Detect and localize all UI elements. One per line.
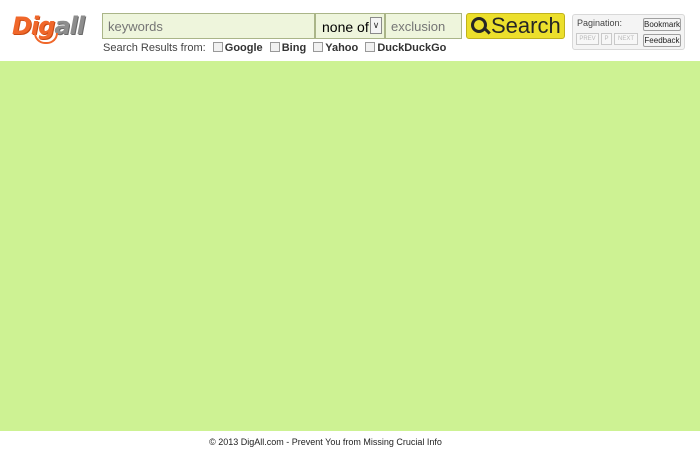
bing-checkbox[interactable]: [269, 42, 280, 52]
chevron-down-icon[interactable]: ∨: [370, 17, 382, 34]
yahoo-checkbox[interactable]: [313, 42, 324, 52]
exclusion-input[interactable]: [385, 13, 462, 39]
header: Digall none of ∨ Search Search Results f…: [0, 0, 700, 61]
next-button[interactable]: NEXT: [614, 33, 638, 45]
logo-swoosh-icon: [34, 33, 58, 44]
pagination-title: Pagination:: [577, 18, 623, 28]
bing-label: Bing: [281, 42, 307, 54]
search-button-label: Search: [491, 13, 561, 38]
search-button[interactable]: Search: [466, 13, 565, 39]
duckduckgo-label: DuckDuckGo: [377, 42, 447, 54]
search-icon: [471, 17, 491, 36]
pagination-panel: Pagination: PREV P NEXT Bookmark Feedbac…: [572, 14, 685, 50]
search-sources: Search Results from: Google Bing Yahoo D…: [103, 42, 446, 54]
keywords-input[interactable]: [102, 13, 315, 39]
bookmark-button[interactable]: Bookmark: [643, 18, 681, 31]
google-label: Google: [224, 42, 263, 54]
match-mode-select[interactable]: none of ∨: [315, 13, 385, 39]
footer: © 2013 DigAll.com - Prevent You from Mis…: [0, 431, 700, 455]
yahoo-label: Yahoo: [325, 42, 359, 54]
prev-button[interactable]: PREV: [576, 33, 599, 45]
sources-label: Search Results from:: [103, 42, 206, 54]
logo-part-2: all: [54, 12, 85, 40]
source-bing[interactable]: Bing: [269, 42, 307, 54]
source-duckduckgo[interactable]: DuckDuckGo: [365, 42, 446, 54]
google-checkbox[interactable]: [212, 42, 223, 52]
search-icon-handle: [483, 26, 491, 35]
duckduckgo-checkbox[interactable]: [365, 42, 376, 52]
source-google[interactable]: Google: [212, 42, 263, 54]
page-button[interactable]: P: [601, 33, 612, 45]
footer-copyright: © 2013 DigAll.com - Prevent You from Mis…: [209, 437, 442, 447]
digall-logo[interactable]: Digall: [10, 10, 96, 44]
feedback-button[interactable]: Feedback: [643, 34, 681, 47]
match-mode-value: none of: [322, 19, 369, 35]
results-area: [0, 61, 700, 431]
source-yahoo[interactable]: Yahoo: [313, 42, 358, 54]
